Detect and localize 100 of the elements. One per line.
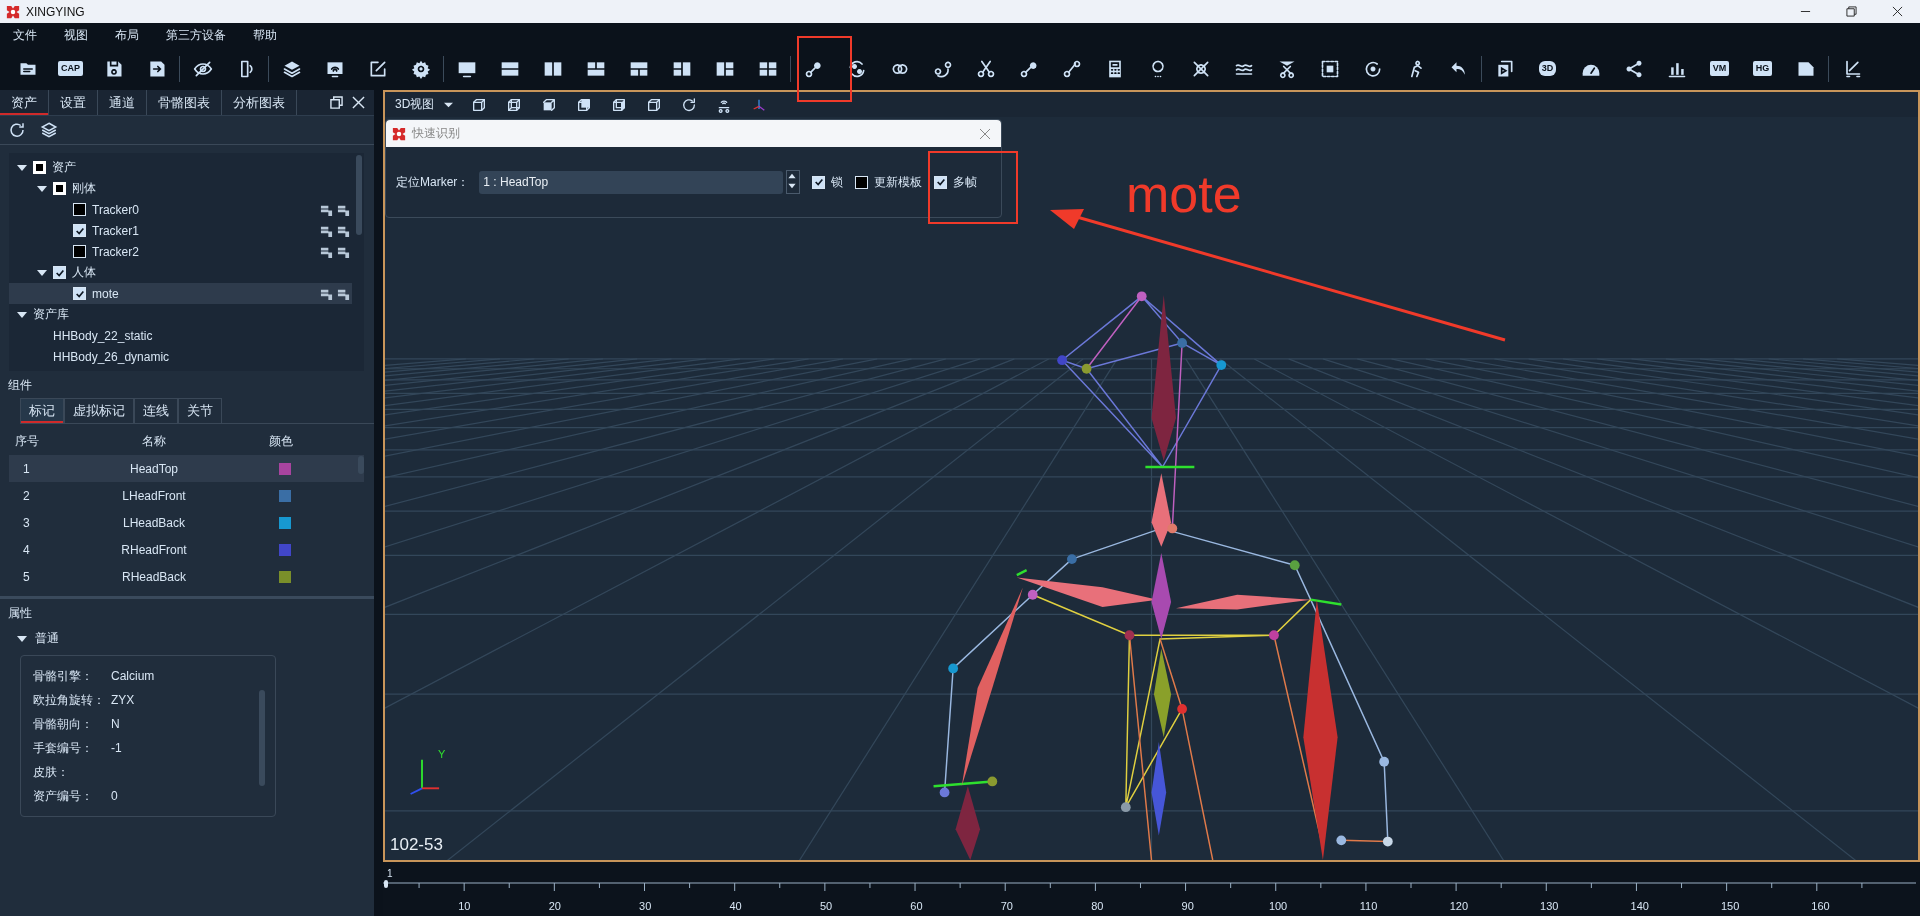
column-header: 颜色	[268, 433, 294, 450]
menu-item[interactable]: 视图	[55, 24, 97, 46]
property-label: 骨骼朝向：	[33, 715, 94, 733]
tree-label: Tracker0	[92, 202, 139, 217]
scrollbar[interactable]	[356, 155, 362, 235]
checkbox[interactable]	[53, 266, 66, 279]
tree-row[interactable]: Tracker1	[9, 220, 352, 241]
table-row[interactable]: 4 RHeadFront	[9, 536, 364, 563]
table-cell-text: 4	[22, 542, 31, 557]
tree-row[interactable]: Tracker2	[9, 241, 352, 262]
toolbar-button[interactable]: 3D	[1526, 51, 1569, 86]
tree-label: HHBody_26_dynamic	[53, 349, 170, 364]
checkbox[interactable]	[73, 203, 86, 216]
link-icon	[1061, 58, 1082, 79]
frame-label: 110	[1359, 900, 1378, 912]
window-title: XINGYING	[26, 4, 85, 19]
panel-tab[interactable]: 骨骼图表	[147, 90, 222, 115]
property-value: N	[111, 717, 120, 731]
spin-buttons[interactable]	[786, 170, 801, 194]
caret-icon[interactable]	[17, 162, 27, 173]
property-value: -1	[111, 741, 122, 755]
layers-icon[interactable]	[40, 121, 58, 139]
cube-icon	[470, 96, 487, 113]
property-label: 欧拉角旋转：	[33, 691, 106, 709]
stack-icon[interactable]	[320, 203, 333, 216]
component-tab[interactable]: 虚拟标记	[64, 398, 134, 423]
viewport-caption: 102-53	[390, 835, 443, 855]
section-title: 属性	[7, 605, 33, 622]
dialog-title: 快速识别	[412, 125, 460, 142]
input-field[interactable]: 1 : HeadTop	[479, 170, 784, 194]
caret-icon[interactable]	[17, 633, 27, 644]
tree-row[interactable]: mote	[9, 283, 352, 304]
panel-tab[interactable]: 通道	[98, 90, 147, 115]
stack-icon[interactable]	[337, 287, 350, 300]
table-row[interactable]: 5 RHeadBack	[9, 563, 364, 590]
menu-item[interactable]: 帮助	[244, 24, 286, 46]
component-tab[interactable]: 连线	[134, 398, 178, 423]
playhead[interactable]	[384, 880, 388, 888]
frame-label: 30	[639, 900, 652, 912]
refresh-icon[interactable]	[8, 121, 26, 139]
toolbar-button[interactable]: VM	[1698, 51, 1741, 86]
toolbar-button[interactable]: HG	[1741, 51, 1784, 86]
checkbox[interactable]	[73, 245, 86, 258]
tree-row[interactable]: 资产	[9, 157, 352, 178]
panel-tab[interactable]: 资产	[0, 90, 49, 115]
stack-icon[interactable]	[320, 287, 333, 300]
frame-label: 160	[1811, 900, 1830, 912]
scrollbar[interactable]	[358, 456, 364, 474]
current-frame: 1	[387, 868, 393, 879]
menu-item[interactable]: 布局	[106, 24, 148, 46]
checkbox[interactable]	[855, 175, 869, 189]
property-label: 手套编号：	[33, 739, 94, 757]
stack-icon[interactable]	[337, 224, 350, 237]
restore-icon[interactable]	[330, 96, 343, 109]
caret-icon[interactable]	[17, 309, 27, 320]
component-tab[interactable]: 关节	[178, 398, 222, 423]
tree-row[interactable]: 资产库	[9, 304, 352, 325]
checkbox[interactable]	[73, 287, 86, 300]
panel-tab[interactable]: 分析图表	[222, 90, 297, 115]
checkbox-label: 多帧	[953, 173, 978, 191]
tree-row[interactable]: 刚体	[9, 178, 352, 199]
checkbox[interactable]	[812, 175, 826, 189]
property-label: 骨骼引擎：	[33, 667, 94, 685]
stack-icon[interactable]	[337, 203, 350, 216]
close-icon	[1891, 6, 1903, 17]
frame-label: 130	[1540, 900, 1559, 912]
stack-icon[interactable]	[320, 224, 333, 237]
stack-icon[interactable]	[320, 245, 333, 258]
tree-row[interactable]: HHBody_22_static	[9, 325, 352, 346]
table-row[interactable]: 1 HeadTop	[9, 455, 364, 482]
checkbox-label: 更新模板	[874, 173, 923, 191]
stack-icon[interactable]	[337, 245, 350, 258]
table-row[interactable]: 3 LHeadBack	[9, 509, 364, 536]
view-dropdown[interactable]: 3D视图	[389, 96, 462, 113]
table-cell-text: 1	[22, 461, 31, 476]
table-cell-text: LHeadFront	[121, 488, 187, 503]
property-label: 资产编号：	[33, 787, 94, 805]
column-header: 名称	[141, 433, 167, 450]
component-tab[interactable]: 标记	[20, 398, 64, 423]
tree-row[interactable]: 人体	[9, 262, 352, 283]
eye-off-icon	[192, 58, 213, 79]
table-cell-text: 5	[22, 569, 31, 584]
table-row[interactable]: 2 LHeadFront	[9, 482, 364, 509]
property-value: 0	[111, 789, 118, 803]
panel-tab[interactable]: 设置	[49, 90, 98, 115]
toolbar-button[interactable]: CAP	[49, 51, 92, 86]
checkbox[interactable]	[73, 224, 86, 237]
tree-label: 人体	[72, 264, 96, 281]
frame-label: 150	[1720, 900, 1740, 912]
menu-item[interactable]: 文件	[4, 24, 46, 46]
tree-row[interactable]: HHBody_26_dynamic	[9, 346, 352, 367]
menu-item[interactable]: 第三方设备	[157, 24, 235, 46]
caret-icon[interactable]	[37, 267, 47, 278]
scrollbar[interactable]	[259, 690, 265, 786]
checkbox[interactable]	[934, 175, 948, 189]
caret-icon[interactable]	[37, 183, 47, 194]
tree-label: HHBody_22_static	[53, 328, 153, 343]
tree-row[interactable]: Tracker0	[9, 199, 352, 220]
cube-icon	[645, 96, 662, 113]
frame-label: 70	[1000, 900, 1013, 912]
